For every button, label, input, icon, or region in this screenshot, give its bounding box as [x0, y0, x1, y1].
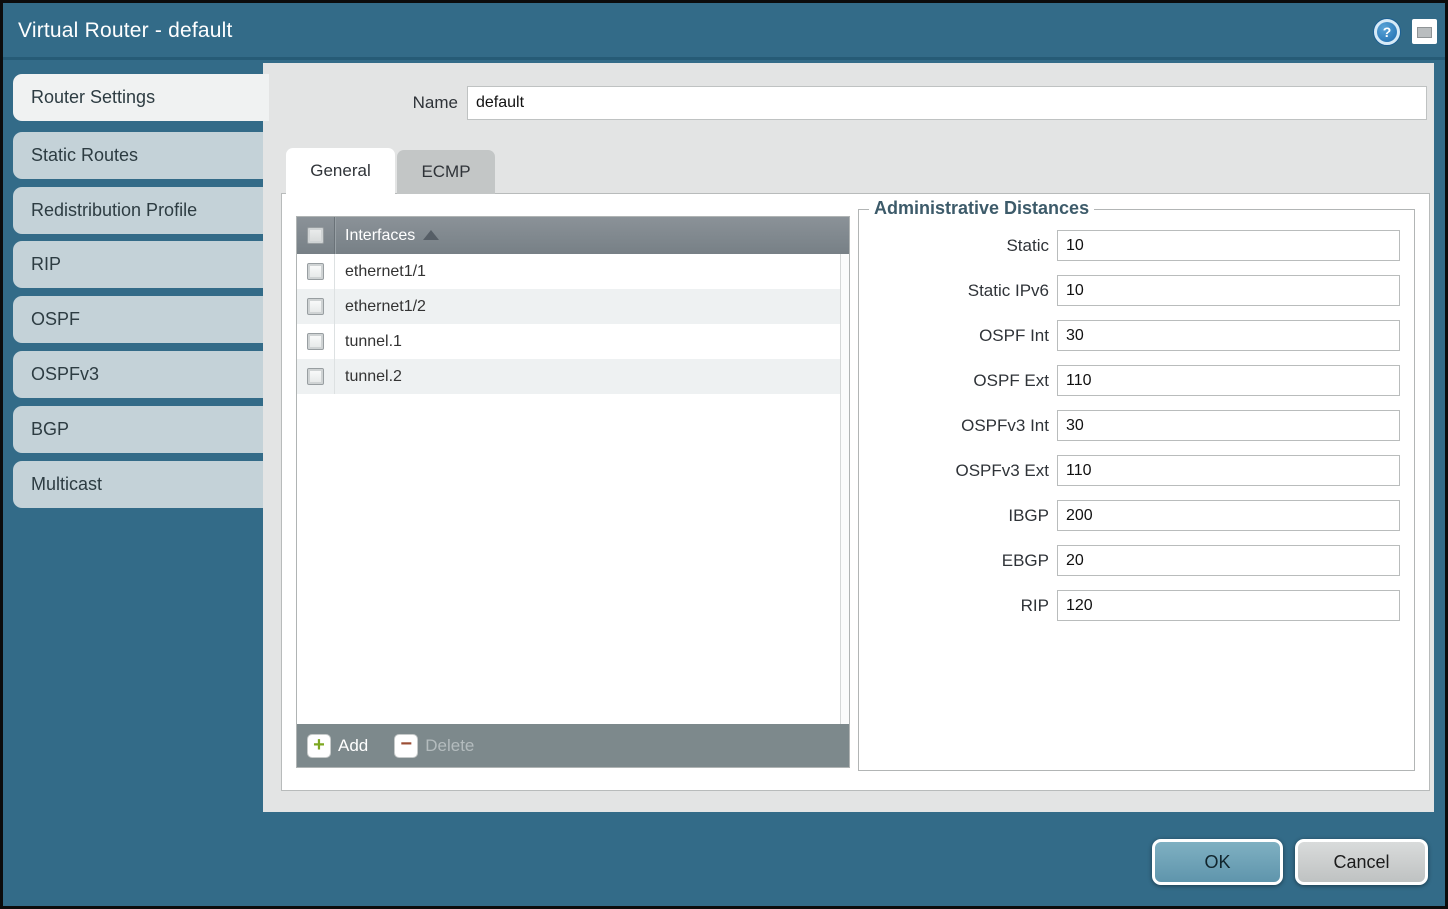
field-label: OSPFv3 Ext: [859, 461, 1049, 481]
sidebar-item-label: Router Settings: [31, 87, 155, 108]
interfaces-column-header[interactable]: Interfaces: [335, 227, 439, 245]
add-icon: +: [307, 734, 331, 758]
sidebar-item-ospfv3[interactable]: OSPFv3: [13, 351, 266, 398]
administrative-distances-fieldset: Administrative Distances Static Static I…: [858, 209, 1415, 771]
fieldset-title: Administrative Distances: [869, 198, 1094, 219]
sidebar-item-label: Static Routes: [31, 145, 138, 166]
table-row[interactable]: ethernet1/1: [297, 254, 840, 289]
title-bar: Virtual Router - default ?: [3, 3, 1445, 60]
add-button[interactable]: + Add: [307, 734, 368, 758]
delete-button-label: Delete: [425, 736, 474, 756]
field-row-ospfv3-int: OSPFv3 Int: [859, 410, 1414, 441]
table-row[interactable]: tunnel.2: [297, 359, 840, 394]
row-checkbox[interactable]: [307, 263, 324, 280]
name-label: Name: [348, 93, 458, 113]
sidebar-item-router-settings[interactable]: Router Settings: [13, 74, 269, 121]
ospfv3-int-input[interactable]: [1057, 410, 1400, 441]
row-checkbox[interactable]: [307, 333, 324, 350]
ebgp-input[interactable]: [1057, 545, 1400, 576]
virtual-router-dialog: Virtual Router - default ? Router Settin…: [0, 0, 1448, 909]
sidebar-item-bgp[interactable]: BGP: [13, 406, 266, 453]
rip-input[interactable]: [1057, 590, 1400, 621]
interfaces-table: Interfaces ethernet1/1 ethernet1/2 tunne…: [296, 216, 850, 768]
sidebar-item-multicast[interactable]: Multicast: [13, 461, 266, 508]
interface-name: ethernet1/2: [335, 298, 426, 316]
sidebar-item-ospf[interactable]: OSPF: [13, 296, 266, 343]
table-scrollbar[interactable]: [840, 254, 849, 724]
delete-button[interactable]: − Delete: [394, 734, 474, 758]
ospf-ext-input[interactable]: [1057, 365, 1400, 396]
field-row-static: Static: [859, 230, 1414, 261]
sidebar-item-static-routes[interactable]: Static Routes: [13, 132, 266, 179]
tab-ecmp[interactable]: ECMP: [397, 150, 495, 194]
help-icon[interactable]: ?: [1373, 18, 1401, 46]
field-label: EBGP: [859, 551, 1049, 571]
field-label: OSPF Int: [859, 326, 1049, 346]
field-row-ospf-int: OSPF Int: [859, 320, 1414, 351]
field-label: Static IPv6: [859, 281, 1049, 301]
field-row-ebgp: EBGP: [859, 545, 1414, 576]
field-label: RIP: [859, 596, 1049, 616]
sidebar-item-label: RIP: [31, 254, 61, 275]
static-ipv6-input[interactable]: [1057, 275, 1400, 306]
cancel-button[interactable]: Cancel: [1295, 839, 1428, 885]
dialog-title: Virtual Router - default: [18, 19, 233, 43]
select-all-cell: [297, 217, 335, 254]
tab-label: ECMP: [421, 162, 470, 182]
sidebar-item-label: Redistribution Profile: [31, 200, 197, 221]
interfaces-table-body: ethernet1/1 ethernet1/2 tunnel.1 tunnel.…: [297, 254, 840, 724]
interface-name: tunnel.2: [335, 368, 402, 386]
interface-name: ethernet1/1: [335, 263, 426, 281]
row-checkbox[interactable]: [307, 368, 324, 385]
field-row-ibgp: IBGP: [859, 500, 1414, 531]
ibgp-input[interactable]: [1057, 500, 1400, 531]
field-label: OSPF Ext: [859, 371, 1049, 391]
sort-ascending-icon: [423, 230, 439, 240]
sidebar-item-label: OSPF: [31, 309, 80, 330]
add-button-label: Add: [338, 736, 368, 756]
table-row[interactable]: ethernet1/2: [297, 289, 840, 324]
field-row-ospf-ext: OSPF Ext: [859, 365, 1414, 396]
tab-general[interactable]: General: [286, 148, 395, 194]
sidebar-item-label: OSPFv3: [31, 364, 99, 385]
field-label: Static: [859, 236, 1049, 256]
field-label: IBGP: [859, 506, 1049, 526]
interface-name: tunnel.1: [335, 333, 402, 351]
row-checkbox[interactable]: [307, 298, 324, 315]
tab-label: General: [310, 161, 370, 181]
field-row-ospfv3-ext: OSPFv3 Ext: [859, 455, 1414, 486]
table-row[interactable]: tunnel.1: [297, 324, 840, 359]
window-icon[interactable]: [1412, 19, 1437, 44]
field-label: OSPFv3 Int: [859, 416, 1049, 436]
delete-icon: −: [394, 734, 418, 758]
static-input[interactable]: [1057, 230, 1400, 261]
sidebar-item-label: BGP: [31, 419, 69, 440]
ok-button[interactable]: OK: [1152, 839, 1283, 885]
ospfv3-ext-input[interactable]: [1057, 455, 1400, 486]
sidebar-item-label: Multicast: [31, 474, 102, 495]
sidebar-item-rip[interactable]: RIP: [13, 241, 266, 288]
name-input[interactable]: [467, 86, 1427, 120]
select-all-checkbox[interactable]: [307, 227, 324, 244]
sidebar-item-redistribution-profile[interactable]: Redistribution Profile: [13, 187, 266, 234]
field-row-rip: RIP: [859, 590, 1414, 621]
interfaces-table-header: Interfaces: [297, 217, 849, 254]
field-row-static-ipv6: Static IPv6: [859, 275, 1414, 306]
ospf-int-input[interactable]: [1057, 320, 1400, 351]
interfaces-table-toolbar: + Add − Delete: [297, 724, 849, 767]
